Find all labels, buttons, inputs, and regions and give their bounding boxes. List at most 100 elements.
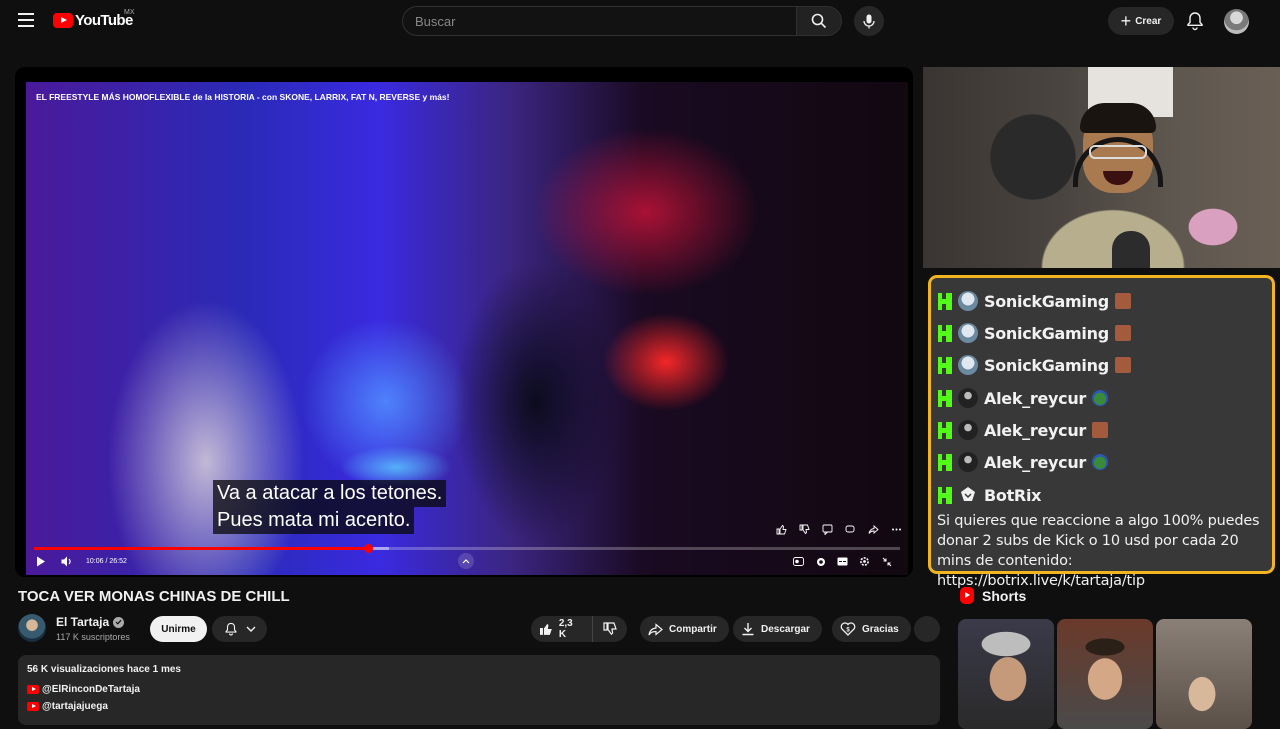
chat-username: Alek_reycur xyxy=(984,420,1086,440)
more-options-icon[interactable] xyxy=(889,522,904,537)
emote-face-icon xyxy=(1114,325,1131,341)
progress-scrubber[interactable] xyxy=(363,544,373,553)
autoplay-icon[interactable] xyxy=(792,555,805,568)
download-icon xyxy=(742,623,754,636)
short-thumbnail[interactable] xyxy=(958,619,1054,729)
emote-pepe-icon xyxy=(1092,454,1108,470)
chat-username: SonickGaming xyxy=(984,323,1109,343)
chat-message: Alek_reycur xyxy=(938,449,1108,475)
bot-message: Si quieres que reaccione a algo 100% pue… xyxy=(937,513,1260,589)
description-link-text: @tartajajuega xyxy=(42,701,108,712)
subscription-bell-button[interactable] xyxy=(212,616,267,642)
botrix-icon xyxy=(961,487,975,501)
search-button[interactable] xyxy=(796,6,842,36)
share-button-inner: Compartir xyxy=(640,622,729,636)
dislike-button[interactable] xyxy=(593,616,627,642)
kick-logo-icon xyxy=(938,486,952,504)
chat-message: SonickGaming xyxy=(938,320,1131,346)
chat-bubble-icon[interactable] xyxy=(843,522,858,537)
heart-dollar-icon: $ xyxy=(840,622,856,636)
settings-gear-icon[interactable] xyxy=(858,555,871,568)
subtitle-line-1: Va a atacar a los tetones. xyxy=(213,480,447,507)
chat-message: Alek_reycur xyxy=(938,417,1108,443)
captions-icon[interactable] xyxy=(836,555,849,568)
channel-name-link[interactable]: El Tartaja xyxy=(56,615,125,629)
thanks-label: Gracias xyxy=(862,623,899,635)
download-button[interactable]: Descargar xyxy=(733,616,822,642)
share-button[interactable]: Compartir xyxy=(640,616,729,642)
chat-username: Alek_reycur xyxy=(984,452,1086,472)
kick-logo-icon xyxy=(938,324,952,342)
fullscreen-exit-icon[interactable] xyxy=(880,555,893,568)
kick-logo-icon xyxy=(938,453,952,471)
chat-message: Alek_reycur xyxy=(938,385,1108,411)
chat-username: Alek_reycur xyxy=(984,388,1086,408)
emote-face-icon xyxy=(1114,357,1131,373)
youtube-logo[interactable]: YouTube MX xyxy=(53,9,135,29)
comments-icon[interactable] xyxy=(820,522,835,537)
join-button[interactable]: Unirme xyxy=(150,616,207,642)
chevron-up-icon[interactable] xyxy=(458,553,474,569)
search-input[interactable] xyxy=(403,7,796,35)
subtitles: Va a atacar a los tetones. Pues mata mi … xyxy=(213,480,447,534)
create-button[interactable]: + Crear xyxy=(1108,7,1174,35)
video-title-overlay[interactable]: EL FREESTYLE MÁS HOMOFLEXIBLE de la HIST… xyxy=(36,92,449,102)
thumbs-down-icon xyxy=(603,622,618,636)
video-player[interactable]: EL FREESTYLE MÁS HOMOFLEXIBLE de la HIST… xyxy=(26,82,908,575)
time-display: 10:06 / 26:52 xyxy=(86,557,127,565)
kick-logo-icon xyxy=(938,421,952,439)
chevron-down-icon xyxy=(246,626,255,632)
thanks-button[interactable]: $ Gracias xyxy=(832,616,911,642)
toggle-icon[interactable] xyxy=(814,555,827,568)
verified-check-icon xyxy=(113,616,125,628)
shorts-logo-icon xyxy=(960,587,974,604)
short-thumbnail[interactable] xyxy=(1057,619,1153,729)
like-count: 2,3 K xyxy=(558,618,573,640)
kick-logo-icon xyxy=(938,292,952,310)
download-label: Descargar xyxy=(761,623,810,635)
plus-icon: + xyxy=(1120,11,1132,31)
create-label: Crear xyxy=(1135,15,1162,27)
play-icon[interactable] xyxy=(34,554,48,568)
progress-played xyxy=(34,547,369,550)
description-link[interactable]: @ElRinconDeTartaja xyxy=(27,684,140,695)
controls-right xyxy=(792,555,893,568)
chat-username: SonickGaming xyxy=(984,291,1109,311)
user-avatar xyxy=(958,355,978,375)
volume-icon[interactable] xyxy=(60,554,74,568)
youtube-play-icon xyxy=(53,13,73,28)
channel-avatar[interactable] xyxy=(18,614,46,642)
channel-name: El Tartaja xyxy=(56,615,110,629)
chat-username: SonickGaming xyxy=(984,355,1109,375)
description-link[interactable]: @tartajajuega xyxy=(27,701,108,712)
menu-icon[interactable] xyxy=(18,13,34,27)
controls-left: 10:06 / 26:52 xyxy=(34,554,127,568)
thanks-button-inner: $ Gracias xyxy=(832,622,911,636)
youtube-mini-icon xyxy=(27,685,39,694)
dislike-icon[interactable] xyxy=(797,522,812,537)
emote-face-icon xyxy=(1092,422,1108,438)
video-title: TOCA VER MONAS CHINAS DE CHILL xyxy=(18,588,290,605)
streamer-hair xyxy=(1080,103,1156,133)
user-avatar-default-icon xyxy=(958,388,978,408)
subtitle-line-2: Pues mata mi acento. xyxy=(213,507,415,534)
progress-bar[interactable] xyxy=(34,544,900,553)
subscriber-count: 117 K suscriptores xyxy=(56,632,130,642)
download-button-inner: Descargar xyxy=(733,622,822,636)
streamer-webcam xyxy=(923,67,1280,268)
shorts-title: Shorts xyxy=(982,587,1027,604)
kick-logo-icon xyxy=(938,389,952,407)
share-icon[interactable] xyxy=(866,522,881,537)
like-button[interactable]: 2,3 K xyxy=(531,616,594,642)
share-arrow-icon xyxy=(648,622,663,636)
voice-search-button[interactable] xyxy=(854,6,884,36)
description-box[interactable]: 56 K visualizaciones hace 1 mes @ElRinco… xyxy=(18,655,940,725)
search-icon xyxy=(811,13,827,29)
account-avatar[interactable] xyxy=(1224,9,1249,34)
like-icon[interactable] xyxy=(774,522,789,537)
notifications-bell-icon[interactable] xyxy=(1185,11,1205,31)
country-code: MX xyxy=(124,9,135,16)
short-thumbnail[interactable] xyxy=(1156,619,1252,729)
more-actions-button[interactable] xyxy=(914,616,940,642)
microphone-prop xyxy=(1112,231,1150,268)
